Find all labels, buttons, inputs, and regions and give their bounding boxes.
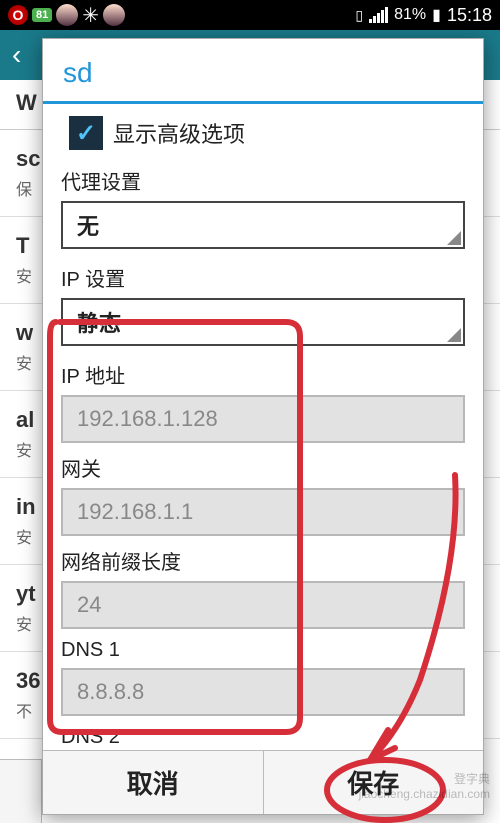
dns1-input[interactable]: 8.8.8.8 bbox=[61, 668, 465, 716]
opera-icon bbox=[8, 5, 28, 25]
signal-icon bbox=[369, 7, 388, 23]
background-button[interactable] bbox=[0, 759, 42, 823]
ip-setting-label: IP 设置 bbox=[61, 263, 465, 292]
back-icon[interactable]: ‹ bbox=[12, 39, 21, 71]
gateway-label: 网关 bbox=[61, 453, 465, 482]
proxy-label: 代理设置 bbox=[61, 166, 465, 195]
dialog-body: ✓ 显示高级选项 代理设置 无 IP 设置 静态 IP 地址 192.168.1… bbox=[43, 104, 483, 750]
clock: 15:18 bbox=[447, 5, 492, 26]
dns2-label: DNS 2 bbox=[61, 726, 465, 749]
status-bar: 81 ✳ ▯ 81% ▮ 15:18 bbox=[0, 0, 500, 30]
dns1-label: DNS 1 bbox=[61, 639, 465, 662]
ip-address-input[interactable]: 192.168.1.128 bbox=[61, 395, 465, 443]
avatar-icon bbox=[56, 4, 78, 26]
wechat-icon: ✳ bbox=[82, 3, 99, 28]
prefix-input[interactable]: 24 bbox=[61, 581, 465, 629]
badge-icon: 81 bbox=[32, 8, 52, 22]
ip-address-label: IP 地址 bbox=[61, 360, 465, 389]
advanced-label: 显示高级选项 bbox=[113, 117, 245, 149]
battery-percent: 81% bbox=[394, 6, 426, 24]
avatar-icon bbox=[103, 4, 125, 26]
ip-setting-select[interactable]: 静态 bbox=[61, 298, 465, 346]
wifi-settings-dialog: sd ✓ 显示高级选项 代理设置 无 IP 设置 静态 IP 地址 192.16… bbox=[42, 38, 484, 815]
advanced-checkbox[interactable]: ✓ bbox=[69, 116, 103, 150]
cancel-button[interactable]: 取消 bbox=[43, 751, 264, 814]
gateway-input[interactable]: 192.168.1.1 bbox=[61, 488, 465, 536]
watermark: 登字典 jiaocheng.chazidian.com bbox=[359, 772, 490, 803]
sim-icon: ▯ bbox=[355, 7, 363, 24]
battery-icon: ▮ bbox=[432, 5, 441, 25]
dialog-title: sd bbox=[43, 39, 483, 104]
prefix-label: 网络前缀长度 bbox=[61, 546, 465, 575]
proxy-select[interactable]: 无 bbox=[61, 201, 465, 249]
